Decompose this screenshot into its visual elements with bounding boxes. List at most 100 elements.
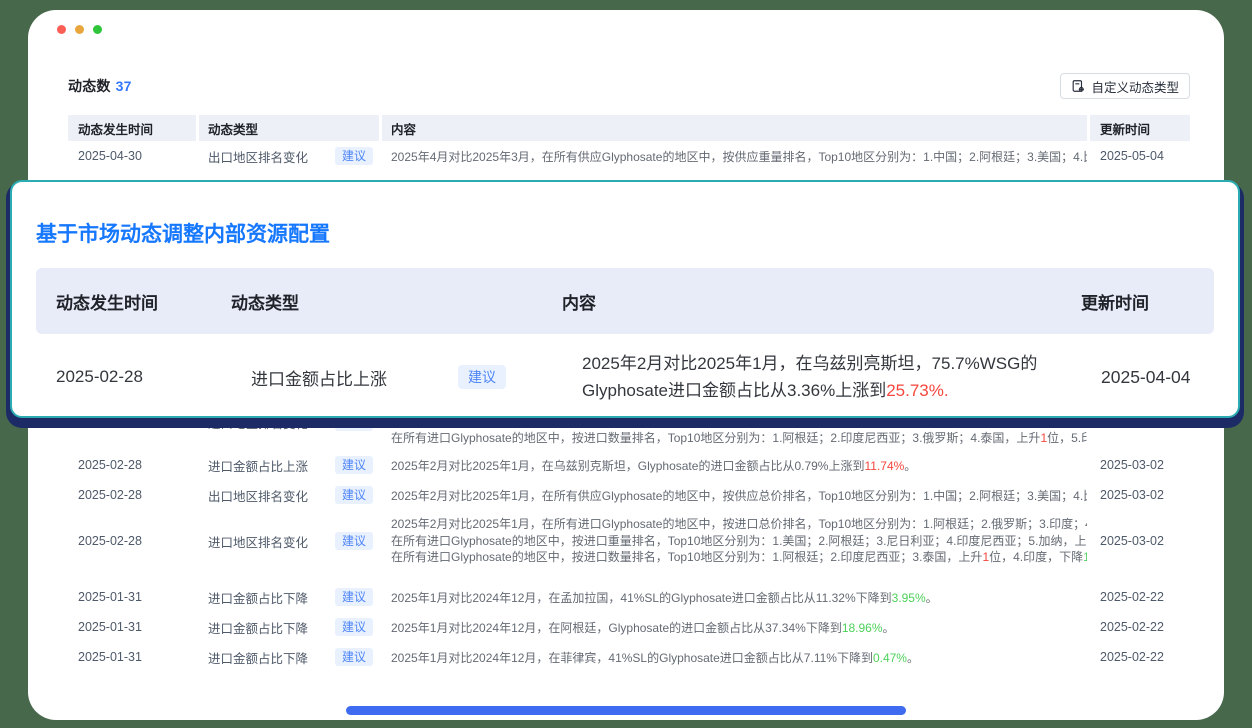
callout-column-updated: 更新时间 — [1061, 289, 1214, 314]
row-type-cell: 进口地区排名变化 建议 — [199, 510, 379, 572]
row-type: 进口金额占比下降 — [208, 618, 308, 637]
horizontal-scrollbar-thumb[interactable] — [346, 706, 906, 715]
row-type: 出口地区排名变化 — [208, 486, 308, 505]
row-content: 2025年4月对比2025年3月，在所有供应Glyphosate的地区中，按供应… — [382, 141, 1087, 171]
content-line: 2025年1月对比2024年12月，在孟加拉国，41%SL的Glyphosate… — [391, 589, 938, 606]
suggestion-tag: 建议 — [335, 147, 373, 165]
text-segment: 2025年1月对比2024年12月，在菲律宾，41%SL的Glyphosate进… — [391, 651, 873, 665]
row-date: 2025-02-28 — [68, 510, 196, 572]
row-type-cell: 出口地区排名变化 建议 — [199, 480, 379, 510]
dynamics-count-value: 37 — [116, 78, 132, 94]
text-segment: 。 — [883, 621, 895, 635]
content-line: 2025年1月对比2024年12月，在菲律宾，41%SL的Glyphosate进… — [391, 649, 919, 666]
column-header-content: 内容 — [382, 115, 1087, 141]
row-type-cell: 出口地区排名变化 建议 — [199, 141, 379, 171]
close-button[interactable] — [57, 25, 66, 34]
highlight-callout: 基于市场动态调整内部资源配置 动态发生时间 动态类型 内容 更新时间 2025-… — [10, 180, 1240, 418]
column-header-updated: 更新时间 — [1090, 115, 1190, 141]
row-date: 2025-02-28 — [68, 480, 196, 510]
text-segment: 在所有进口Glyphosate的地区中，按进口重量排名，Top10地区分别为：1… — [391, 534, 1087, 548]
table-header: 动态发生时间 动态类型 内容 更新时间 — [68, 115, 1190, 141]
text-segment: 2025年2月对比2025年1月，在所有进口Glyphosate的地区中，按进口… — [391, 517, 1087, 531]
row-updated: 2025-03-02 — [1090, 480, 1190, 510]
text-segment: 在所有进口Glyphosate的地区中，按进口数量排名，Top10地区分别为：1… — [391, 550, 982, 564]
text-segment: 2025年1月对比2024年12月，在阿根廷，Glyphosate的进口金额占比… — [391, 621, 842, 635]
row-updated: 2025-05-04 — [1090, 141, 1190, 171]
row-content: 2025年1月对比2024年12月，在孟加拉国，41%SL的Glyphosate… — [382, 582, 1087, 612]
text-segment: 位，4.印度，下降 — [989, 550, 1083, 564]
row-updated: 2025-02-22 — [1090, 582, 1190, 612]
highlight-red: 25.73%. — [886, 381, 948, 400]
suggestion-tag: 建议 — [335, 648, 373, 666]
callout-column-date: 动态发生时间 — [36, 289, 211, 314]
zoom-button[interactable] — [93, 25, 102, 34]
row-date: 2025-02-28 — [68, 450, 196, 480]
text-segment: 。 — [907, 651, 919, 665]
text-segment: 2025年1月对比2024年12月，在孟加拉国，41%SL的Glyphosate… — [391, 591, 892, 605]
row-type-cell: 进口金额占比下降建议 — [199, 582, 379, 612]
minimize-button[interactable] — [75, 25, 84, 34]
text-segment: 。 — [926, 591, 938, 605]
row-type: 进口金额占比下降 — [208, 648, 308, 667]
row-date: 2025-01-31 — [68, 642, 196, 672]
callout-row: 2025-02-28 进口金额占比上涨 建议 2025年2月对比2025年1月，… — [36, 350, 1214, 404]
callout-row-content-cell: 2025年2月对比2025年1月，在乌兹别亮斯坦，75.7%WSG的Glypho… — [561, 350, 1081, 404]
row-content: 2025年2月对比2025年1月，在乌兹别克斯坦，Glyphosate的进口金额… — [382, 450, 1087, 480]
toolbar: 动态数37 自定义动态类型 — [68, 72, 1190, 100]
row-type: 出口地区排名变化 — [208, 147, 308, 166]
suggestion-tag: 建议 — [335, 532, 373, 550]
dynamics-count: 动态数37 — [68, 76, 132, 96]
callout-row-type-cell: 进口金额占比上涨 建议 — [231, 365, 561, 390]
highlight-green: 1 — [1083, 550, 1087, 564]
table-row: 2025-01-31进口金额占比下降建议 2025年1月对比2024年12月，在阿… — [68, 612, 1190, 642]
highlight-red: 11.74% — [864, 459, 904, 473]
table-row: 2025-02-28进口金额占比上涨建议2025年2月对比2025年1月，在乌兹… — [68, 450, 1190, 480]
text-segment: 在所有进口Glyphosate的地区中，按进口数量排名，Top10地区分别为：1… — [391, 431, 1040, 445]
row-updated: 2025-03-02 — [1090, 450, 1190, 480]
callout-title: 基于市场动态调整内部资源配置 — [36, 218, 1214, 248]
traffic-lights — [57, 25, 102, 34]
callout-table-header: 动态发生时间 动态类型 内容 更新时间 — [36, 268, 1214, 334]
row-date: 2025-01-31 — [68, 582, 196, 612]
callout-row-content: 2025年2月对比2025年1月，在乌兹别亮斯坦，75.7%WSG的Glypho… — [582, 350, 1062, 404]
text-segment: 2025年2月对比2025年1月，在乌兹别克斯坦，Glyphosate的进口金额… — [391, 459, 864, 473]
text-segment: 2025年2月对比2025年1月，在所有供应Glyphosate的地区中，按供应… — [391, 489, 1087, 503]
suggestion-tag: 建议 — [335, 486, 373, 504]
suggestion-tag: 建议 — [335, 456, 373, 474]
content-line: 2025年2月对比2025年1月，在所有进口Glyphosate的地区中，按进口… — [391, 516, 1087, 533]
row-type-cell: 进口金额占比下降建议 — [199, 612, 379, 642]
customize-button-label: 自定义动态类型 — [1091, 77, 1179, 96]
highlight-green: 0.47% — [873, 651, 907, 665]
customize-icon — [1071, 79, 1085, 93]
row-type-cell: 进口金额占比下降 建议 — [199, 642, 379, 672]
row-updated: 2025-03-02 — [1090, 510, 1190, 572]
row-date: 2025-01-31 — [68, 612, 196, 642]
table-row: 2025-02-28 进口地区排名变化 建议 2025年2月对比2025年1月，在所有… — [68, 510, 1190, 572]
customize-dynamic-type-button[interactable]: 自定义动态类型 — [1060, 73, 1190, 99]
content-line: 在所有进口Glyphosate的地区中，按进口数量排名，Top10地区分别为：1… — [391, 549, 1087, 566]
callout-column-content: 内容 — [541, 289, 1061, 314]
table-row: 2025-02-28 出口地区排名变化 建议 2025年2月对比2025年1月，在所有… — [68, 480, 1190, 510]
text-segment: 。 — [904, 459, 916, 473]
content-line: 2025年4月对比2025年3月，在所有供应Glyphosate的地区中，按供应… — [391, 148, 1087, 165]
highlight-green: 18.96% — [842, 621, 883, 635]
page: 动态数37 自定义动态类型 动态发生时间 动态类型 内容 更新时间 2 — [0, 0, 1252, 728]
text-segment: 位，5.印度，下降 — [1047, 431, 1087, 445]
row-type: 进口地区排名变化 — [208, 532, 308, 551]
content-line: 2025年1月对比2024年12月，在阿根廷，Glyphosate的进口金额占比… — [391, 619, 895, 636]
app-window: 动态数37 自定义动态类型 动态发生时间 动态类型 内容 更新时间 2 — [28, 10, 1224, 720]
row-content: 2025年1月对比2024年12月，在阿根廷，Glyphosate的进口金额占比… — [382, 612, 1087, 642]
text-segment: 2025年2月对比2025年1月，在乌兹别亮斯坦，75.7%WSG的Glypho… — [582, 354, 1037, 400]
row-content: 2025年2月对比2025年1月，在所有进口Glyphosate的地区中，按进口… — [382, 510, 1087, 572]
content-line: 在所有进口Glyphosate的地区中，按进口重量排名，Top10地区分别为：1… — [391, 533, 1087, 550]
callout-row-date: 2025-02-28 — [36, 367, 231, 387]
column-header-date: 动态发生时间 — [68, 115, 196, 141]
table-row: 2025-01-31进口金额占比下降建议 2025年1月对比2024年12月，在孟… — [68, 582, 1190, 612]
table-row: 2025-04-30出口地区排名变化建议2025年4月对比2025年3月，在所有… — [68, 141, 1190, 171]
highlight-green: 3.95% — [892, 591, 926, 605]
content-line: 2025年2月对比2025年1月，在乌兹别克斯坦，Glyphosate的进口金额… — [391, 457, 916, 474]
suggestion-tag: 建议 — [335, 588, 373, 606]
callout-column-type: 动态类型 — [211, 289, 541, 314]
callout-row-type: 进口金额占比上涨 — [251, 365, 387, 390]
column-header-type: 动态类型 — [199, 115, 379, 141]
